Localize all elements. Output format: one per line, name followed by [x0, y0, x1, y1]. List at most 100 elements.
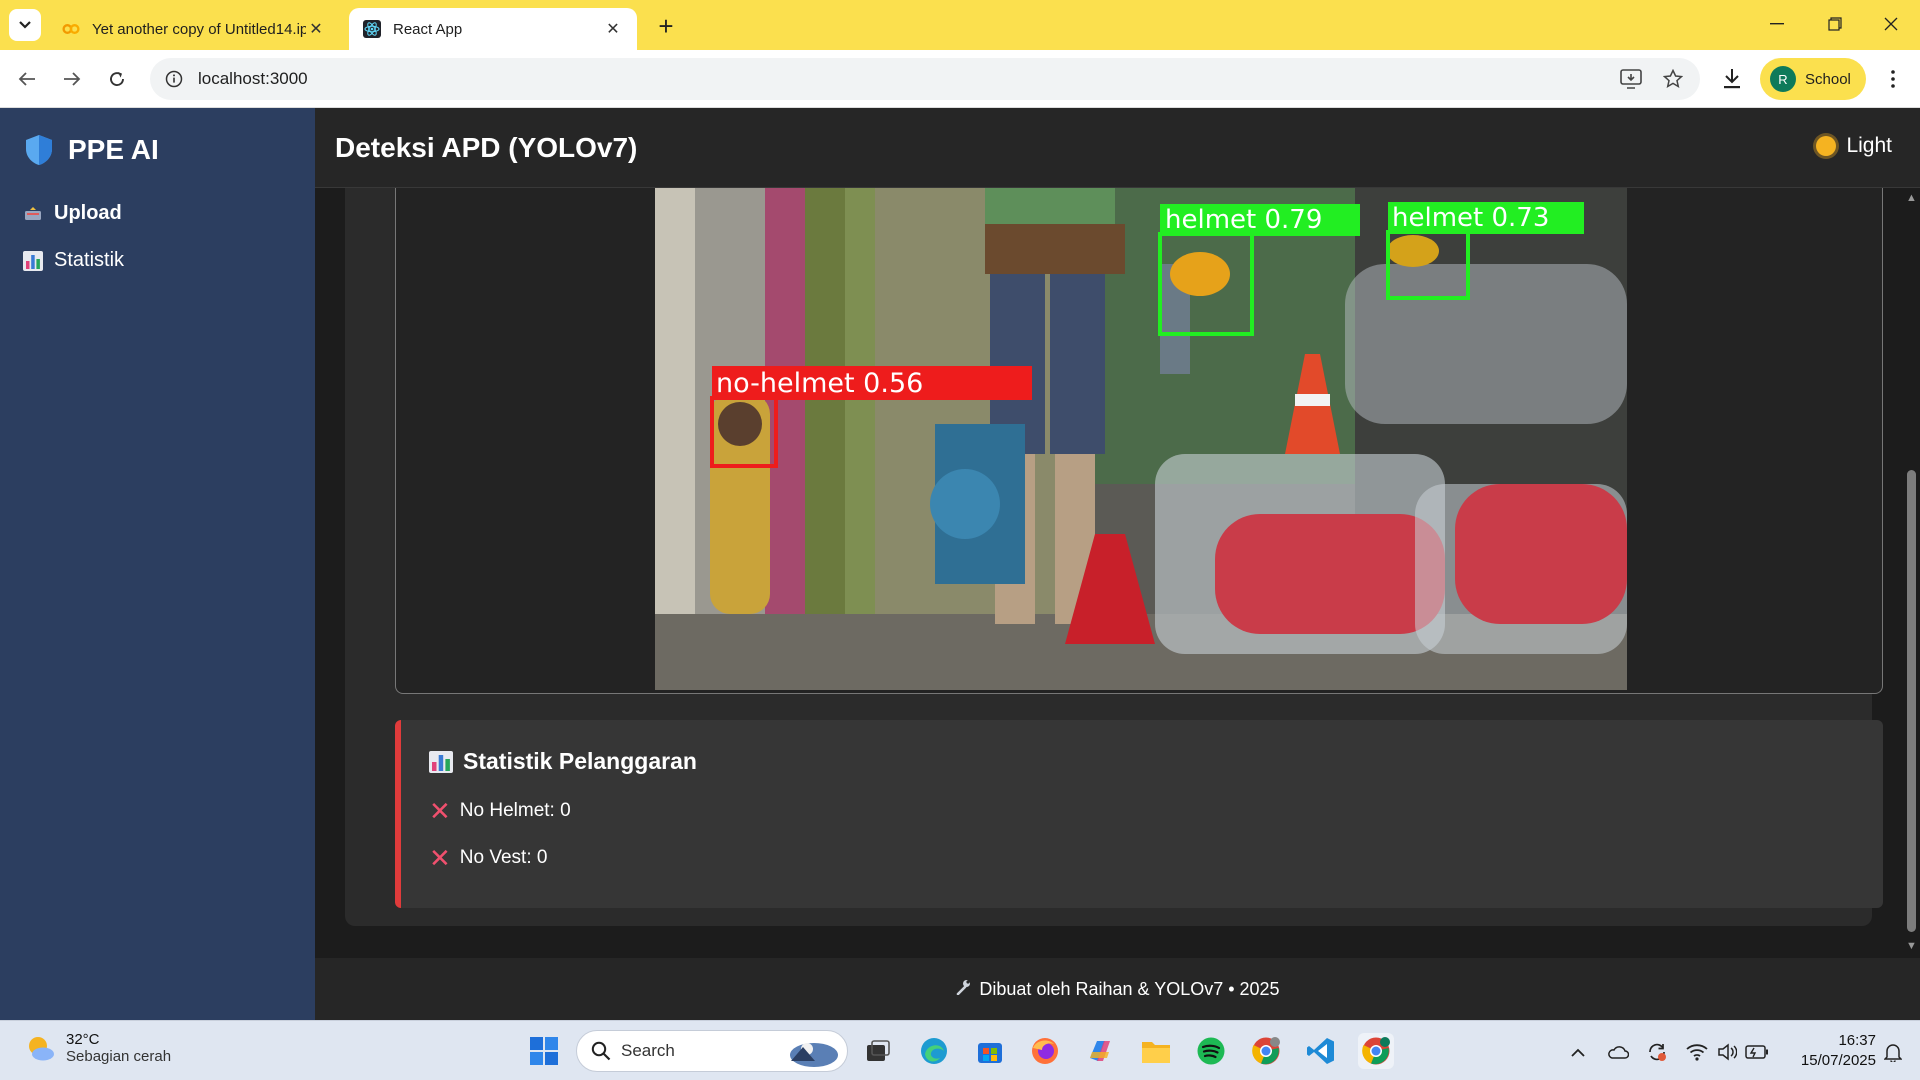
violation-stats-panel: Statistik Pelanggaran ✕ No Helmet: 0 ✕ N…	[395, 720, 1883, 908]
brand[interactable]: PPE AI	[24, 134, 159, 166]
install-app-icon[interactable]	[1614, 58, 1648, 100]
close-icon[interactable]: ✕	[306, 19, 326, 39]
url-text: localhost:3000	[198, 69, 308, 88]
chrome-icon	[1362, 1037, 1390, 1065]
reload-icon	[110, 72, 124, 86]
address-bar[interactable]: localhost:3000	[150, 58, 1700, 100]
image-frame: helmet 0.79 helmet 0.73 no-helmet 0.56	[395, 188, 1883, 694]
bookmark-star-icon[interactable]	[1656, 58, 1690, 100]
page-scrollbar[interactable]: ▲ ▼	[1903, 188, 1920, 958]
start-button[interactable]	[526, 1033, 562, 1069]
spotify-app[interactable]	[1193, 1033, 1229, 1069]
stat-no-vest: ✕ No Vest: 0	[429, 845, 547, 871]
sidebar: PPE AI Upload Statistik	[0, 108, 315, 1020]
arrow-left-icon	[18, 72, 35, 86]
chevron-down-icon	[19, 21, 31, 29]
detection-label: helmet 0.79	[1165, 205, 1322, 235]
taskbar-search[interactable]: Search	[576, 1030, 848, 1072]
main-content: helmet 0.79 helmet 0.73 no-helmet 0.56 S…	[315, 188, 1905, 1020]
scroll-down-icon[interactable]: ▼	[1905, 940, 1918, 953]
app-footer: Dibuat oleh Raihan & YOLOv7 • 2025	[315, 958, 1920, 1020]
tab-search-button[interactable]	[9, 9, 41, 41]
search-placeholder: Search	[621, 1041, 675, 1060]
detection-result-image: helmet 0.79 helmet 0.73 no-helmet 0.56	[655, 188, 1627, 690]
scrollbar-thumb[interactable]	[1907, 470, 1916, 932]
new-tab-button[interactable]: +	[652, 11, 680, 41]
wifi-icon[interactable]	[1684, 1039, 1710, 1065]
browser-menu-button[interactable]	[1876, 62, 1910, 96]
avatar: R	[1770, 66, 1796, 92]
back-button[interactable]	[10, 62, 44, 96]
download-icon	[1724, 69, 1740, 89]
sidebar-item-statistik[interactable]: Statistik	[22, 249, 124, 272]
task-view-icon	[867, 1040, 890, 1061]
partly-sunny-icon	[29, 1037, 54, 1061]
footer-text: Dibuat oleh Raihan & YOLOv7 • 2025	[979, 978, 1280, 999]
detection-scene: helmet 0.79 helmet 0.73 no-helmet 0.56	[655, 188, 1627, 690]
result-card: helmet 0.79 helmet 0.73 no-helmet 0.56 S…	[345, 188, 1883, 926]
scroll-up-icon[interactable]: ▲	[1905, 192, 1918, 205]
close-icon	[1884, 17, 1898, 31]
cross-mark-icon: ✕	[429, 843, 451, 873]
sun-icon	[1816, 136, 1837, 156]
minimize-button[interactable]	[1748, 0, 1806, 48]
volume-icon[interactable]	[1714, 1039, 1740, 1065]
notifications-icon[interactable]	[1880, 1039, 1906, 1065]
sidebar-item-label: Statistik	[54, 249, 125, 271]
cross-mark-icon: ✕	[429, 796, 451, 826]
profile-button[interactable]: R School	[1760, 58, 1866, 100]
edge-app[interactable]	[916, 1033, 952, 1069]
copilot-app[interactable]	[1082, 1033, 1118, 1069]
copilot-icon	[1090, 1041, 1110, 1061]
spotify-icon	[1197, 1037, 1225, 1065]
restore-button[interactable]	[1806, 0, 1864, 48]
vscode-app[interactable]	[1303, 1033, 1339, 1069]
reload-button[interactable]	[100, 62, 134, 96]
stat-text: No Vest: 0	[459, 847, 548, 868]
downloads-button[interactable]	[1715, 62, 1749, 96]
site-info-icon[interactable]	[162, 67, 186, 91]
weather-condition: Sebagian cerah	[66, 1048, 172, 1065]
weather-widget[interactable]: 32°C Sebagian cerah	[24, 1031, 171, 1065]
theme-toggle-button[interactable]: Light	[1816, 134, 1892, 158]
firefox-icon	[1032, 1038, 1058, 1064]
store-icon	[978, 1043, 1002, 1063]
battery-icon[interactable]	[1744, 1039, 1770, 1065]
task-view-button[interactable]	[860, 1033, 896, 1069]
show-hidden-icons-button[interactable]	[1565, 1039, 1591, 1065]
bar-chart-icon	[22, 250, 44, 271]
brand-name: PPE AI	[68, 134, 159, 165]
chrome-icon	[1252, 1037, 1280, 1065]
clock-time: 16:37	[1838, 1032, 1876, 1049]
window-close-button[interactable]	[1862, 0, 1920, 48]
colab-icon	[62, 20, 80, 38]
tab-react-app[interactable]: React App ✕	[349, 8, 637, 50]
onedrive-icon[interactable]	[1605, 1039, 1631, 1065]
restore-icon	[1828, 17, 1842, 31]
chevron-up-icon	[1571, 1048, 1585, 1057]
stat-no-helmet: ✕ No Helmet: 0	[429, 798, 571, 824]
file-explorer-app[interactable]	[1138, 1033, 1174, 1069]
bar-chart-icon	[429, 750, 453, 773]
sidebar-item-upload[interactable]: Upload	[22, 202, 122, 225]
forward-button[interactable]	[55, 62, 89, 96]
page-title: Deteksi APD (YOLOv7)	[335, 132, 638, 163]
tab-colab[interactable]: Yet another copy of Untitled14.ipynb ✕	[48, 8, 340, 50]
stat-text: No Helmet: 0	[459, 800, 571, 821]
vscode-icon	[1307, 1038, 1334, 1064]
upload-tray-icon	[22, 204, 44, 224]
firefox-app[interactable]	[1027, 1033, 1063, 1069]
chrome-app-active[interactable]	[1358, 1033, 1394, 1069]
shield-icon	[26, 135, 52, 165]
store-app[interactable]	[972, 1033, 1008, 1069]
close-icon[interactable]: ✕	[603, 19, 623, 39]
wrench-icon	[955, 979, 971, 1000]
weather-temp: 32°C	[66, 1031, 100, 1048]
chrome-app[interactable]	[1248, 1033, 1284, 1069]
profile-name: School	[1805, 70, 1851, 88]
sync-icon[interactable]	[1644, 1039, 1670, 1065]
system-clock[interactable]: 16:37 15/07/2025	[1786, 1031, 1876, 1071]
theme-toggle-label: Light	[1846, 134, 1892, 157]
app-header: Deteksi APD (YOLOv7) Light	[315, 108, 1920, 188]
browser-toolbar: localhost:3000 R School	[0, 50, 1920, 108]
